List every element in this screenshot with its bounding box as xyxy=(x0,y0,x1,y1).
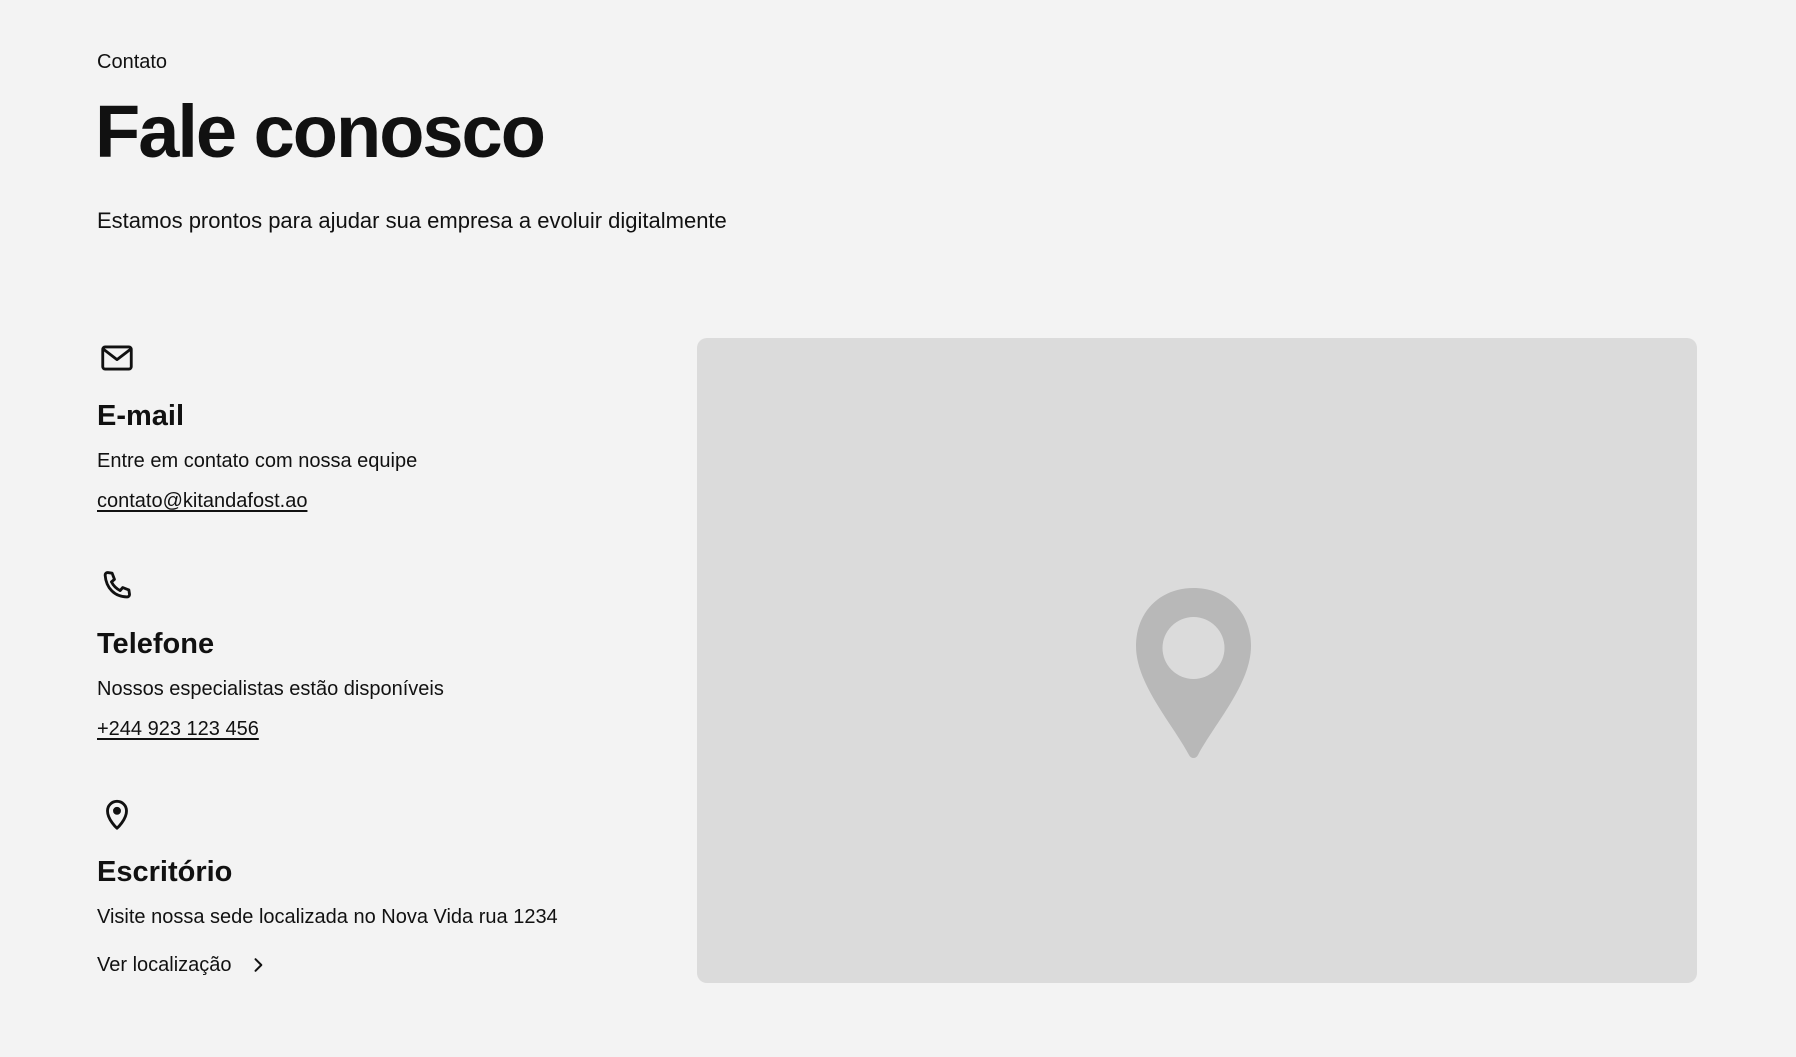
page-subtitle: Estamos prontos para ajudar sua empresa … xyxy=(97,208,727,233)
contact-item-email: E-mail Entre em contato com nossa equipe… xyxy=(97,338,657,566)
location-pin-icon xyxy=(1136,588,1251,758)
contact-title-email: E-mail xyxy=(97,400,185,432)
page-title: Fale conosco xyxy=(95,90,546,173)
view-location-link[interactable]: Ver localização xyxy=(97,952,268,978)
phone-link[interactable]: +244 923 123 456 xyxy=(97,716,259,742)
view-location-label: Ver localização xyxy=(97,954,232,976)
contact-description-email: Entre em contato com nossa equipe xyxy=(97,450,418,472)
contact-title-phone: Telefone xyxy=(97,628,215,660)
email-link[interactable]: contato@kitandafost.ao xyxy=(97,488,307,514)
contact-title-office: Escritório xyxy=(97,856,233,888)
contact-description-phone: Nossos especialistas estão disponíveis xyxy=(97,678,444,700)
section-eyebrow: Contato xyxy=(97,51,168,73)
phone-icon xyxy=(97,566,137,606)
contact-item-phone: Telefone Nossos especialistas estão disp… xyxy=(97,566,657,794)
contact-list: E-mail Entre em contato com nossa equipe… xyxy=(97,338,657,1022)
chevron-right-icon xyxy=(254,958,262,972)
map-placeholder xyxy=(697,338,1697,983)
contact-item-office: Escritório Visite nossa sede localizada … xyxy=(97,794,657,1022)
mail-icon xyxy=(97,338,137,378)
map-pin-icon xyxy=(97,794,137,834)
contact-description-office: Visite nossa sede localizada no Nova Vid… xyxy=(97,906,558,928)
